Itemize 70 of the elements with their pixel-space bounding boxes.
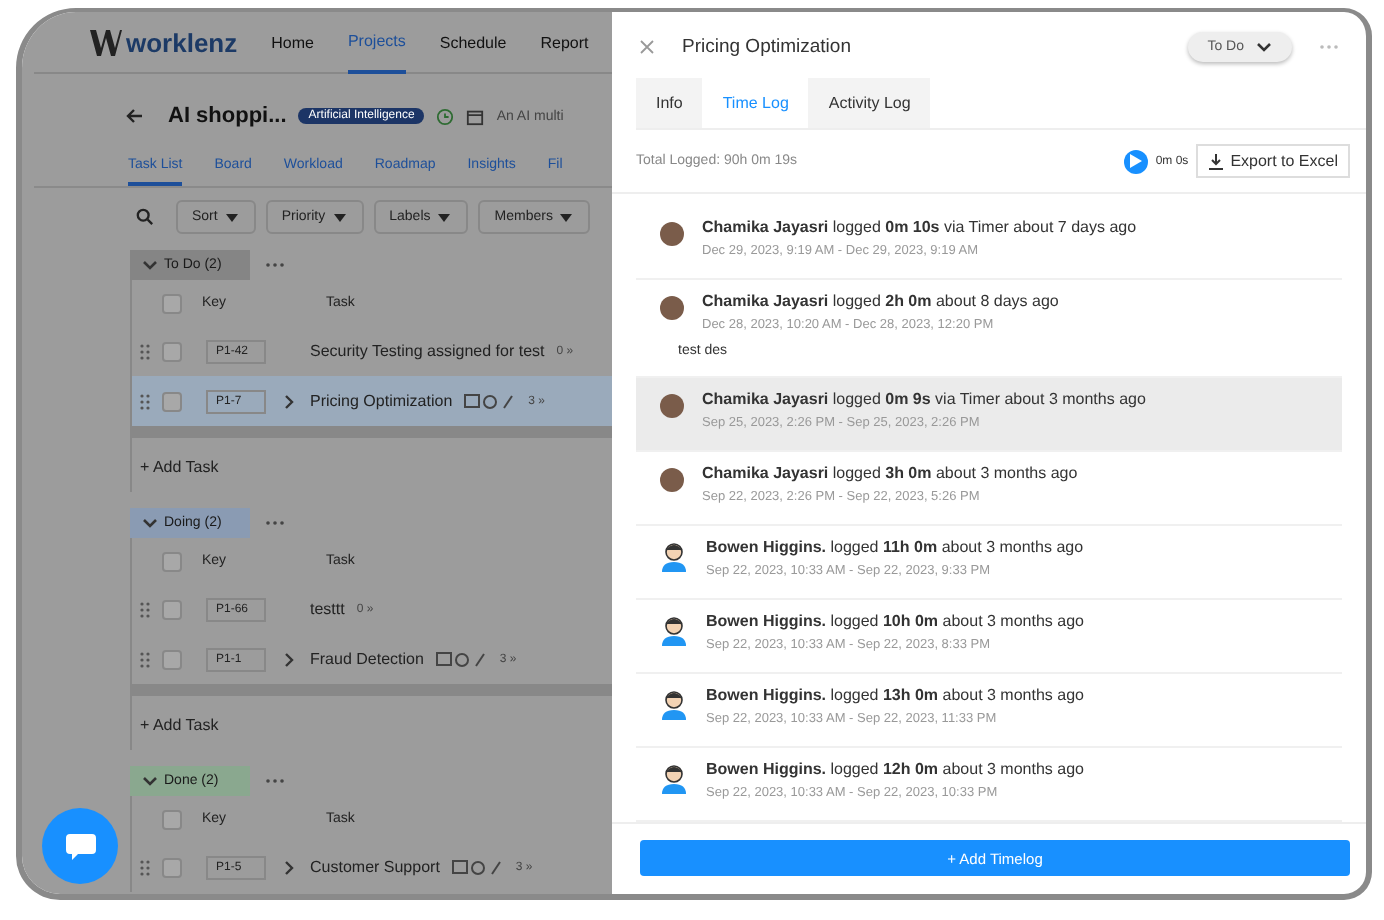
play-button[interactable] <box>1123 149 1148 173</box>
chevron-down-icon <box>142 516 158 530</box>
drag-handle-icon[interactable] <box>140 859 150 875</box>
avatar <box>660 394 684 418</box>
chevron-down-icon <box>1256 40 1272 54</box>
add-task-link[interactable]: + Add Task <box>132 426 612 492</box>
task-name[interactable]: Pricing Optimization <box>310 392 453 410</box>
checkbox[interactable] <box>162 809 182 829</box>
chevron-down-icon <box>142 258 158 272</box>
export-button[interactable]: Export to Excel <box>1196 144 1350 178</box>
project-title: AI shoppi... <box>168 104 287 128</box>
calendar-icon <box>466 107 485 125</box>
log-text: Chamika Jayasri logged 0m 9s via Timer about 3 months ago <box>702 390 1146 408</box>
person-icon <box>660 616 688 646</box>
log-text: Bowen Higgins. logged 13h 0m about 3 months ago <box>706 686 1084 704</box>
checkbox[interactable] <box>162 341 182 361</box>
task-name[interactable]: Fraud Detection <box>310 650 424 668</box>
caret-down-icon <box>223 210 240 224</box>
avatar <box>660 468 684 492</box>
task-name[interactable]: Customer Support <box>310 858 440 876</box>
drag-handle-icon[interactable] <box>140 601 150 617</box>
task-name[interactable]: Security Testing assigned for test <box>310 342 545 360</box>
more-icon[interactable] <box>266 262 284 268</box>
caret-down-icon <box>436 210 453 224</box>
drawer-tab[interactable]: Info <box>636 78 703 128</box>
log-text: Chamika Jayasri logged 0m 10s via Timer about 7 days ago <box>702 218 1137 236</box>
task-title: Pricing Optimization <box>682 36 853 58</box>
close-icon[interactable] <box>640 40 654 54</box>
drag-handle-icon[interactable] <box>140 651 150 667</box>
nav-link[interactable]: Schedule <box>439 13 507 71</box>
chevron-down-icon <box>142 774 158 788</box>
drawer-tab[interactable]: Activity Log <box>808 78 931 128</box>
checkbox[interactable] <box>162 551 182 571</box>
download-icon <box>1208 153 1225 169</box>
logo-icon <box>90 29 122 55</box>
task-indicator-icons <box>451 859 504 875</box>
clock-icon <box>436 107 455 125</box>
task-indicator-icons <box>464 393 517 409</box>
drag-handle-icon[interactable] <box>140 393 150 409</box>
more-icon[interactable] <box>1320 44 1338 50</box>
chat-bubble-icon <box>62 830 98 862</box>
avatar <box>660 296 684 320</box>
drag-handle-icon[interactable] <box>140 343 150 359</box>
checkbox[interactable] <box>162 293 182 313</box>
play-icon <box>1129 154 1142 168</box>
person-icon <box>660 690 688 720</box>
caret-down-icon <box>331 210 348 224</box>
person-icon <box>660 764 688 794</box>
nav-link[interactable]: Report <box>540 13 589 71</box>
nav-link[interactable]: Home <box>271 13 314 71</box>
back-arrow-icon[interactable] <box>126 108 144 124</box>
checkbox[interactable] <box>162 599 182 619</box>
person-icon <box>660 542 688 572</box>
log-text: Chamika Jayasri logged 2h 0m about 8 days ago <box>702 292 1059 310</box>
task-name[interactable]: testtt <box>310 600 345 618</box>
task-indicator-icons <box>435 651 488 667</box>
more-icon[interactable] <box>266 520 284 526</box>
log-text: Chamika Jayasri logged 3h 0m about 3 months ago <box>702 464 1078 482</box>
search-icon[interactable] <box>136 208 154 226</box>
avatar <box>660 222 684 246</box>
log-text: Bowen Higgins. logged 10h 0m about 3 months ago <box>706 612 1084 630</box>
log-text: Bowen Higgins. logged 12h 0m about 3 months ago <box>706 760 1084 778</box>
logo-text: worklenz <box>126 27 238 57</box>
checkbox[interactable] <box>162 857 182 877</box>
more-icon[interactable] <box>266 778 284 784</box>
caret-down-icon <box>558 210 575 224</box>
log-text: Bowen Higgins. logged 11h 0m about 3 months ago <box>706 538 1084 556</box>
add-task-link[interactable]: + Add Task <box>132 684 612 750</box>
checkbox[interactable] <box>162 391 182 411</box>
checkbox[interactable] <box>162 649 182 669</box>
